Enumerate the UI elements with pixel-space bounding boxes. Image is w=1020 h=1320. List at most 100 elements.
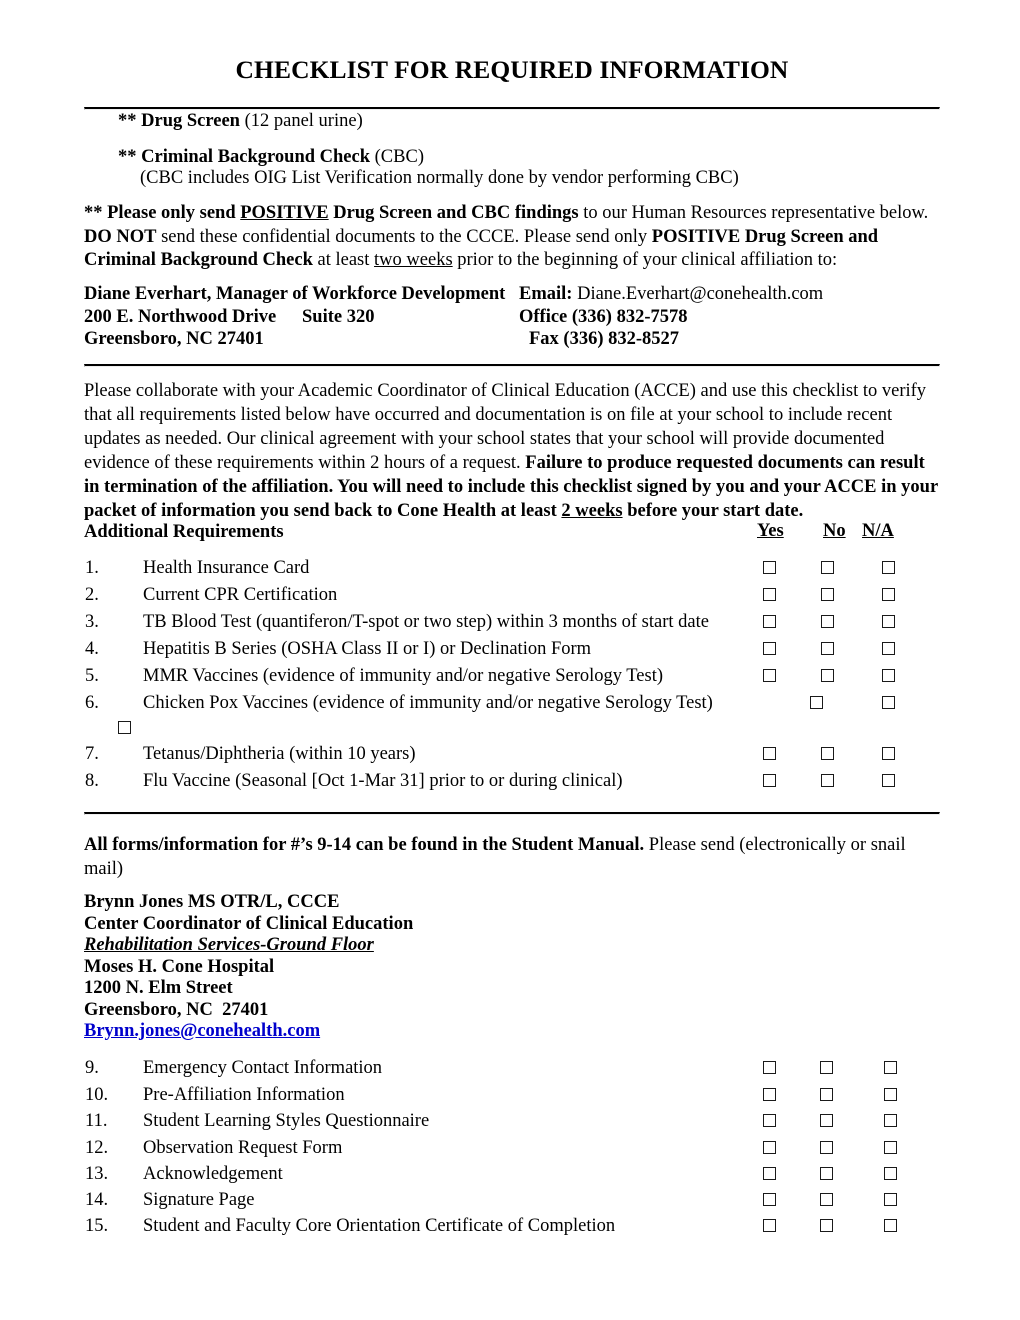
checkbox-yes[interactable] [763,561,776,574]
checkbox-no[interactable] [821,774,834,787]
checkbox-no[interactable] [820,1167,833,1180]
checkbox-na[interactable] [882,642,895,655]
student-manual-bold: All forms/information for #’s 9-14 can b… [84,835,645,855]
checkbox-na[interactable] [882,588,895,601]
item-label: Student and Faculty Core Orientation Cer… [143,1216,616,1236]
checkbox-no[interactable] [821,615,834,628]
item-label: Chicken Pox Vaccines (evidence of immuni… [143,693,713,713]
additional-requirements-label: Additional Requirements [84,522,284,542]
checkbox-yes[interactable] [763,1061,776,1074]
item-label: Tetanus/Diphtheria (within 10 years) [143,744,416,764]
checkbox-no[interactable] [820,1061,833,1074]
ccce-hospital: Moses H. Cone Hospital [84,956,275,977]
two-weeks-text: two weeks [374,250,453,270]
ccce-city-state-zip: Greensboro, NC 27401 [84,999,269,1020]
item-number: 13. [85,1164,109,1184]
item-label: Current CPR Certification [143,585,338,605]
horizontal-rule-bottom [84,812,940,815]
positive-notice-normal-1: to our Human Resources representative be… [578,203,929,223]
checkbox-na[interactable] [884,1141,897,1154]
column-header-no: No [823,521,846,541]
item-number: 8. [85,771,99,791]
column-header-na: N/A [862,521,894,541]
do-not-text: DO NOT [84,226,157,247]
document-page: CHECKLIST FOR REQUIRED INFORMATION ** Dr… [0,0,1020,1320]
positive-notice-bold-2: Drug Screen and CBC findings [328,203,579,223]
checkbox-no[interactable] [821,669,834,682]
item-number: 2. [85,585,99,605]
checkbox-na[interactable] [882,615,895,628]
checkbox-no[interactable] [820,1141,833,1154]
checkbox-na[interactable] [882,561,895,574]
checkbox-na[interactable] [882,747,895,760]
checkbox-na[interactable] [884,1061,897,1074]
checkbox-na[interactable] [884,1114,897,1127]
checkbox-na[interactable] [882,669,895,682]
checkbox-yes[interactable] [763,774,776,787]
hr-office-phone: Office (336) 832-7578 [519,306,688,327]
checkbox-no[interactable] [810,696,823,709]
item-label: Hepatitis B Series (OSHA Class II or I) … [143,639,592,659]
ccce-street: 1200 N. Elm Street [84,978,233,998]
checkbox-no[interactable] [821,588,834,601]
collaborate-two-weeks: 2 weeks [561,501,623,521]
item-number: 15. [85,1216,109,1236]
checkbox-yes-wrapped[interactable] [118,721,131,734]
item-label: Signature Page [143,1190,255,1210]
checkbox-no[interactable] [820,1114,833,1127]
checkbox-no[interactable] [821,747,834,760]
checkbox-no[interactable] [820,1219,833,1232]
checkbox-yes[interactable] [763,1088,776,1101]
item-number: 12. [85,1138,109,1158]
checkbox-yes[interactable] [763,1167,776,1180]
item-label: MMR Vaccines (evidence of immunity and/o… [143,666,664,686]
checkbox-yes[interactable] [763,747,776,760]
hr-email-value: Diane.Everhart@conehealth.com [577,284,824,304]
checkbox-yes[interactable] [763,669,776,682]
ccce-department: Rehabilitation Services-Ground Floor [84,935,374,955]
item-label: Observation Request Form [143,1138,343,1158]
item-number: 9. [85,1058,99,1078]
positive-notice-normal-2: send these confidential documents to the… [156,226,652,247]
checkbox-na[interactable] [882,696,895,709]
student-manual-paragraph: All forms/information for #’s 9-14 can b… [84,834,940,881]
checkbox-yes[interactable] [763,1219,776,1232]
positive-notice-paragraph: ** Please only send POSITIVE Drug Screen… [84,202,940,273]
checkbox-yes[interactable] [763,615,776,628]
checkbox-yes[interactable] [763,1141,776,1154]
drug-screen-bold: Drug Screen [141,111,240,131]
column-header-yes: Yes [757,521,784,541]
hr-email-label: Email: [519,284,578,304]
item-number: 1. [85,558,99,578]
cbc-bold: Criminal Background Check [141,147,371,167]
collaborate-paragraph: Please collaborate with your Academic Co… [84,379,940,523]
ccce-name: Brynn Jones MS OTR/L, CCCE [84,892,340,912]
checkbox-yes[interactable] [763,642,776,655]
checkbox-yes[interactable] [763,1193,776,1206]
drug-screen-marker: ** [118,111,142,131]
checkbox-no[interactable] [821,642,834,655]
cbc-marker: ** [118,147,142,167]
checkbox-na[interactable] [884,1219,897,1232]
ccce-contact-block: Brynn Jones MS OTR/L, CCCE Center Coordi… [84,892,413,1043]
checkbox-na[interactable] [884,1167,897,1180]
checkbox-no[interactable] [820,1193,833,1206]
item-number: 5. [85,666,99,686]
ccce-email-link[interactable]: Brynn.jones@conehealth.com [84,1021,320,1041]
cbc-rest: (CBC) [370,147,424,167]
item-label: Student Learning Styles Questionnaire [143,1111,430,1131]
checkbox-na[interactable] [882,774,895,787]
checkbox-yes[interactable] [763,1114,776,1127]
cbc-line: ** Criminal Background Check (CBC) [118,146,424,169]
checkbox-na[interactable] [884,1193,897,1206]
checkbox-yes[interactable] [763,588,776,601]
hr-suite: Suite 320 [302,306,375,327]
item-label: Emergency Contact Information [143,1058,383,1078]
hr-city-state-zip: Greensboro, NC 27401 [84,329,264,349]
item-number: 3. [85,612,99,632]
checkbox-no[interactable] [820,1088,833,1101]
item-label: Health Insurance Card [143,558,310,578]
checkbox-na[interactable] [884,1088,897,1101]
checkbox-no[interactable] [821,561,834,574]
drug-screen-rest: (12 panel urine) [239,111,363,131]
